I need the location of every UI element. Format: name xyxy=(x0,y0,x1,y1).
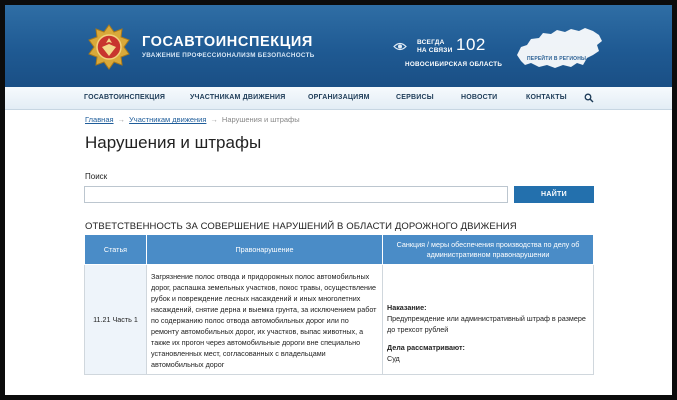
violations-table: Статья Правонарушение Санкция / меры обе… xyxy=(84,234,594,375)
screenshot-frame: ГОСАВТОИНСПЕКЦИЯ УВАЖЕНИЕ ПРОФЕССИОНАЛИЗ… xyxy=(0,0,677,400)
nav-item-participants[interactable]: УЧАСТНИКАМ ДВИЖЕНИЯ xyxy=(190,94,286,101)
region-selector[interactable]: НОВОСИБИРСКАЯ ОБЛАСТЬ xyxy=(405,61,502,68)
gibdd-emblem-icon[interactable] xyxy=(85,23,133,71)
punishment-label: Наказание: xyxy=(387,302,427,312)
nav-item-organizations[interactable]: ОРГАНИЗАЦИЯМ xyxy=(308,94,370,101)
table-row: 11.21 Часть 1 Загрязнение полос отвода и… xyxy=(84,264,594,375)
column-header-article: Статья xyxy=(84,234,147,265)
main-nav: ГОСАВТОИНСПЕКЦИЯ УЧАСТНИКАМ ДВИЖЕНИЯ ОРГ… xyxy=(5,87,672,110)
search-label: Поиск xyxy=(85,172,108,181)
breadcrumb: Главная → Участникам движения → Нарушения и … xyxy=(85,115,300,124)
page: ГОСАВТОИНСПЕКЦИЯ УВАЖЕНИЕ ПРОФЕССИОНАЛИЗ… xyxy=(5,5,672,395)
column-header-sanction: Санкция / меры обеспечения производства … xyxy=(382,234,594,265)
column-header-offense: Правонарушение xyxy=(146,234,383,265)
nav-item-contacts[interactable]: КОНТАКТЫ xyxy=(526,94,567,101)
breadcrumb-separator: → xyxy=(210,115,218,124)
contact-caption-line2: НА СВЯЗИ xyxy=(417,47,453,54)
regions-link[interactable]: ПЕРЕЙТИ В РЕГИОНЫ xyxy=(527,56,586,62)
nav-item-news[interactable]: НОВОСТИ xyxy=(461,94,497,101)
reviewer-label: Дела рассматривают: xyxy=(387,342,465,352)
nav-item-services[interactable]: СЕРВИСЫ xyxy=(396,94,434,101)
search-input[interactable] xyxy=(84,186,508,203)
breadcrumb-home[interactable]: Главная xyxy=(85,115,114,124)
breadcrumb-separator: → xyxy=(117,115,126,124)
site-header: ГОСАВТОИНСПЕКЦИЯ УВАЖЕНИЕ ПРОФЕССИОНАЛИЗ… xyxy=(5,5,672,87)
nav-item-gosavtoinspektsiya[interactable]: ГОСАВТОИНСПЕКЦИЯ xyxy=(84,94,165,101)
cell-article: 11.21 Часть 1 xyxy=(84,264,147,375)
search-button[interactable]: НАЙТИ xyxy=(514,186,594,203)
reviewer-value: Суд xyxy=(387,353,400,363)
punishment-value: Предупреждение или административный штра… xyxy=(387,313,586,334)
breadcrumb-current: Нарушения и штрафы xyxy=(221,115,300,124)
cell-offense: Загрязнение полос отвода и придорожных п… xyxy=(146,264,383,375)
contact-caption-line1: ВСЕГДА xyxy=(417,39,445,46)
section-heading: ОТВЕТСТВЕННОСТЬ ЗА СОВЕРШЕНИЕ НАРУШЕНИЙ … xyxy=(85,221,517,232)
search-icon[interactable] xyxy=(584,93,594,103)
cell-sanction: Наказание: Предупреждение или администра… xyxy=(382,264,594,375)
eye-icon xyxy=(393,42,407,51)
emergency-phone[interactable]: 102 xyxy=(456,35,486,55)
brand-title[interactable]: ГОСАВТОИНСПЕКЦИЯ xyxy=(142,34,313,50)
brand-tagline: УВАЖЕНИЕ ПРОФЕССИОНАЛИЗМ БЕЗОПАСНОСТЬ xyxy=(142,52,315,59)
breadcrumb-participants[interactable]: Участникам движения xyxy=(129,115,206,124)
table-header-row: Статья Правонарушение Санкция / меры обе… xyxy=(84,234,594,265)
page-title: Нарушения и штрафы xyxy=(85,133,262,152)
russia-map-icon[interactable] xyxy=(513,25,605,71)
